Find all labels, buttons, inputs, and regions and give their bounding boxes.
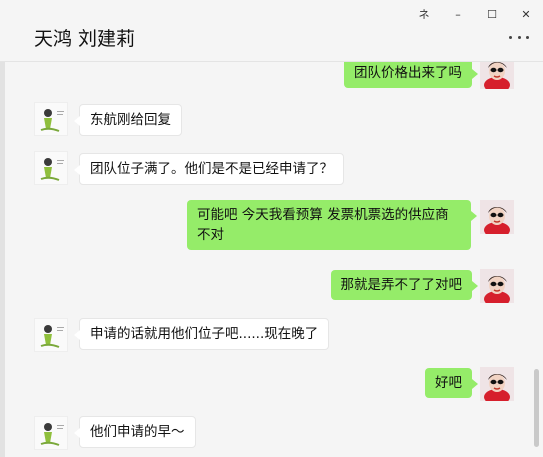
- message-bubble-outgoing[interactable]: 那就是弄不了了对吧: [330, 270, 478, 300]
- contact-name: 天鸿 刘建莉: [34, 28, 136, 50]
- contact-avatar[interactable]: [34, 416, 68, 450]
- message-bubble-incoming[interactable]: 他们申请的早～: [74, 416, 196, 448]
- dot-icon: [517, 35, 521, 39]
- message-row: 好吧: [0, 365, 543, 405]
- message-row: 申请的话就用他们位子吧......现在晚了: [0, 316, 543, 356]
- message-bubble-incoming[interactable]: 团队位子满了。他们是不是已经申请了？: [74, 153, 344, 185]
- message-bubble-incoming[interactable]: 申请的话就用他们位子吧......现在晚了: [73, 318, 330, 350]
- avatar-cartoon-icon: [35, 417, 67, 449]
- avatar-woman-icon: [480, 200, 514, 234]
- chat-window: 天鸿 刘建莉 ネ – ☐ ✕ 团队价格出来了吗 东航刚给回复 团队位子满了。他们…: [0, 0, 543, 457]
- message-list[interactable]: 团队价格出来了吗 东航刚给回复 团队位子满了。他们是不是已经申请了？ 可能吧 今…: [0, 62, 543, 457]
- dot-icon: [509, 35, 512, 39]
- message-bubble-incoming[interactable]: 东航刚给回复: [74, 104, 182, 136]
- contact-avatar[interactable]: [34, 102, 68, 136]
- maximize-button[interactable]: ☐: [475, 4, 509, 24]
- message-row: 那就是弄不了了对吧: [0, 267, 543, 307]
- message-row: 他们申请的早～: [0, 414, 543, 457]
- avatar-cartoon-icon: [35, 152, 67, 184]
- message-bubble-outgoing[interactable]: 好吧: [425, 368, 478, 398]
- message-bubble-outgoing[interactable]: 团队价格出来了吗: [344, 62, 478, 88]
- my-avatar[interactable]: [480, 269, 514, 303]
- close-button[interactable]: ✕: [509, 4, 543, 24]
- avatar-woman-icon: [480, 269, 514, 303]
- contact-avatar[interactable]: [34, 318, 68, 352]
- my-avatar[interactable]: [480, 200, 514, 234]
- window-controls: ネ – ☐ ✕: [407, 4, 543, 24]
- avatar-cartoon-icon: [35, 103, 67, 135]
- more-options-button[interactable]: [509, 32, 529, 42]
- my-avatar[interactable]: [480, 367, 514, 401]
- avatar-cartoon-icon: [35, 319, 67, 351]
- minimize-button[interactable]: –: [441, 4, 475, 24]
- my-avatar[interactable]: [480, 62, 514, 89]
- message-row: 团队位子满了。他们是不是已经申请了？: [0, 149, 543, 189]
- message-row: 可能吧 今天我看预算 发票机票选的供应商不对: [0, 198, 543, 258]
- message-bubble-outgoing[interactable]: 可能吧 今天我看预算 发票机票选的供应商不对: [187, 200, 477, 250]
- contact-avatar[interactable]: [34, 151, 68, 185]
- avatar-woman-icon: [480, 367, 514, 401]
- avatar-woman-icon: [480, 62, 514, 89]
- dot-icon: [526, 35, 529, 39]
- scrollbar-thumb[interactable]: [534, 369, 539, 447]
- message-row: 东航刚给回复: [0, 100, 543, 140]
- pin-button[interactable]: ネ: [407, 4, 441, 24]
- message-row: 团队价格出来了吗: [0, 62, 543, 98]
